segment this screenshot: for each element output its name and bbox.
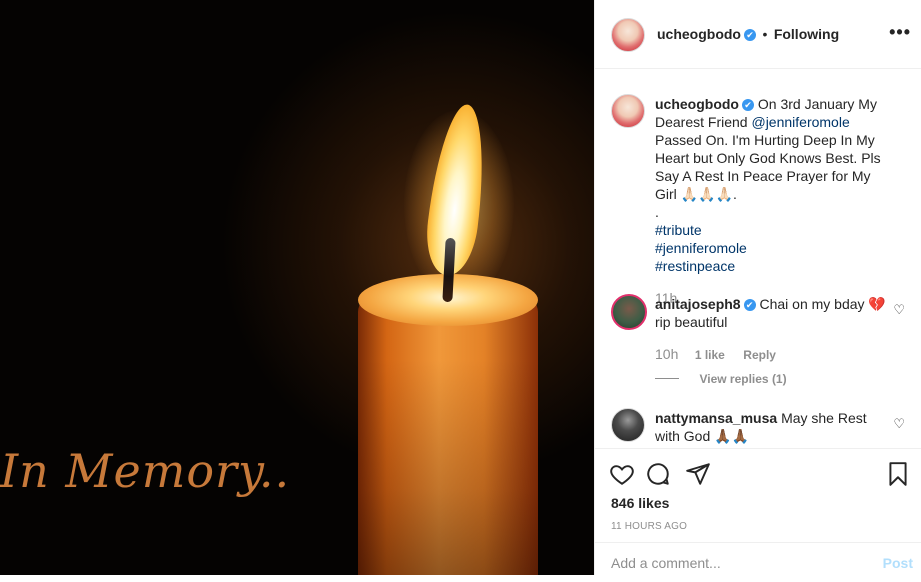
comment-like-icon[interactable]: ♡	[893, 302, 905, 318]
caption-body-cont: Passed On. I'm Hurting Deep In My Heart …	[655, 132, 881, 202]
post-timestamp[interactable]: 11 HOURS AGO	[611, 521, 687, 532]
post-actions: 846 likes 11 HOURS AGO	[595, 448, 921, 542]
comment-like-icon[interactable]: ♡	[893, 416, 905, 432]
comment-icon[interactable]	[645, 461, 671, 487]
avatar[interactable]	[611, 408, 645, 442]
post-comment-button[interactable]: Post	[883, 555, 913, 571]
comment-item: anitajoseph8 ✔ Chai on my bday 💔 rip beau…	[611, 292, 907, 392]
reply-button[interactable]: Reply	[743, 348, 776, 362]
comment-text: nattymansa_musa May she Rest with God 🙏🏾…	[655, 409, 895, 445]
hashtag-link[interactable]: #tribute	[655, 221, 895, 239]
separator: •	[762, 26, 768, 42]
avatar[interactable]	[611, 18, 645, 52]
more-icon[interactable]: •••	[889, 22, 911, 43]
verified-badge-icon: ✔	[742, 99, 754, 111]
comment-age[interactable]: 10h	[655, 346, 678, 362]
following-button[interactable]: Following	[774, 26, 839, 42]
likes-count[interactable]: 846 likes	[611, 495, 669, 511]
caption: ucheogbodo ✔ On 3rd January My Dearest Fr…	[611, 92, 907, 306]
post-header: ucheogbodo ✔ • Following •••	[595, 0, 921, 69]
comment-item: nattymansa_musa May she Rest with God 🙏🏾…	[611, 406, 907, 448]
avatar[interactable]	[611, 294, 647, 330]
post-sidebar: ucheogbodo ✔ • Following ••• ucheogbodo ✔ …	[594, 0, 921, 575]
verified-badge-icon: ✔	[744, 29, 756, 41]
add-comment-bar: Add a comment... Post	[595, 542, 921, 582]
share-icon[interactable]	[685, 461, 711, 487]
candle-shade	[358, 360, 538, 575]
view-replies[interactable]: View replies (1)	[655, 370, 787, 388]
post-image[interactable]: In Memory..	[0, 0, 594, 575]
comments-section: ucheogbodo ✔ On 3rd January My Dearest Fr…	[595, 70, 921, 448]
heart-icon[interactable]	[609, 461, 635, 487]
comment-username[interactable]: anitajoseph8	[655, 296, 741, 312]
instagram-post: In Memory.. ucheogbodo ✔ • Following ••• …	[0, 0, 921, 575]
mention-link[interactable]: @jenniferomole	[751, 114, 849, 130]
in-memory-text: In Memory..	[0, 444, 291, 498]
username-link[interactable]: ucheogbodo	[657, 26, 741, 42]
verified-badge-icon: ✔	[743, 299, 756, 311]
hashtag-link[interactable]: #jenniferomole	[655, 239, 895, 257]
header-user: ucheogbodo ✔ • Following	[657, 26, 839, 44]
comment-likes[interactable]: 1 like	[695, 348, 725, 362]
avatar[interactable]	[611, 94, 645, 128]
comment-meta: 10h 1 like Reply	[655, 346, 776, 364]
comment-input[interactable]: Add a comment...	[611, 555, 721, 571]
comment-text: anitajoseph8 ✔ Chai on my bday 💔 rip beau…	[655, 295, 895, 331]
view-replies-label[interactable]: View replies (1)	[699, 372, 786, 386]
replies-line	[655, 378, 679, 380]
caption-dot: .	[655, 204, 659, 220]
caption-text: ucheogbodo ✔ On 3rd January My Dearest Fr…	[655, 95, 895, 307]
caption-username[interactable]: ucheogbodo	[655, 96, 739, 112]
hashtag-link[interactable]: #restinpeace	[655, 257, 895, 275]
comment-username[interactable]: nattymansa_musa	[655, 410, 777, 426]
bookmark-icon[interactable]	[885, 461, 911, 487]
